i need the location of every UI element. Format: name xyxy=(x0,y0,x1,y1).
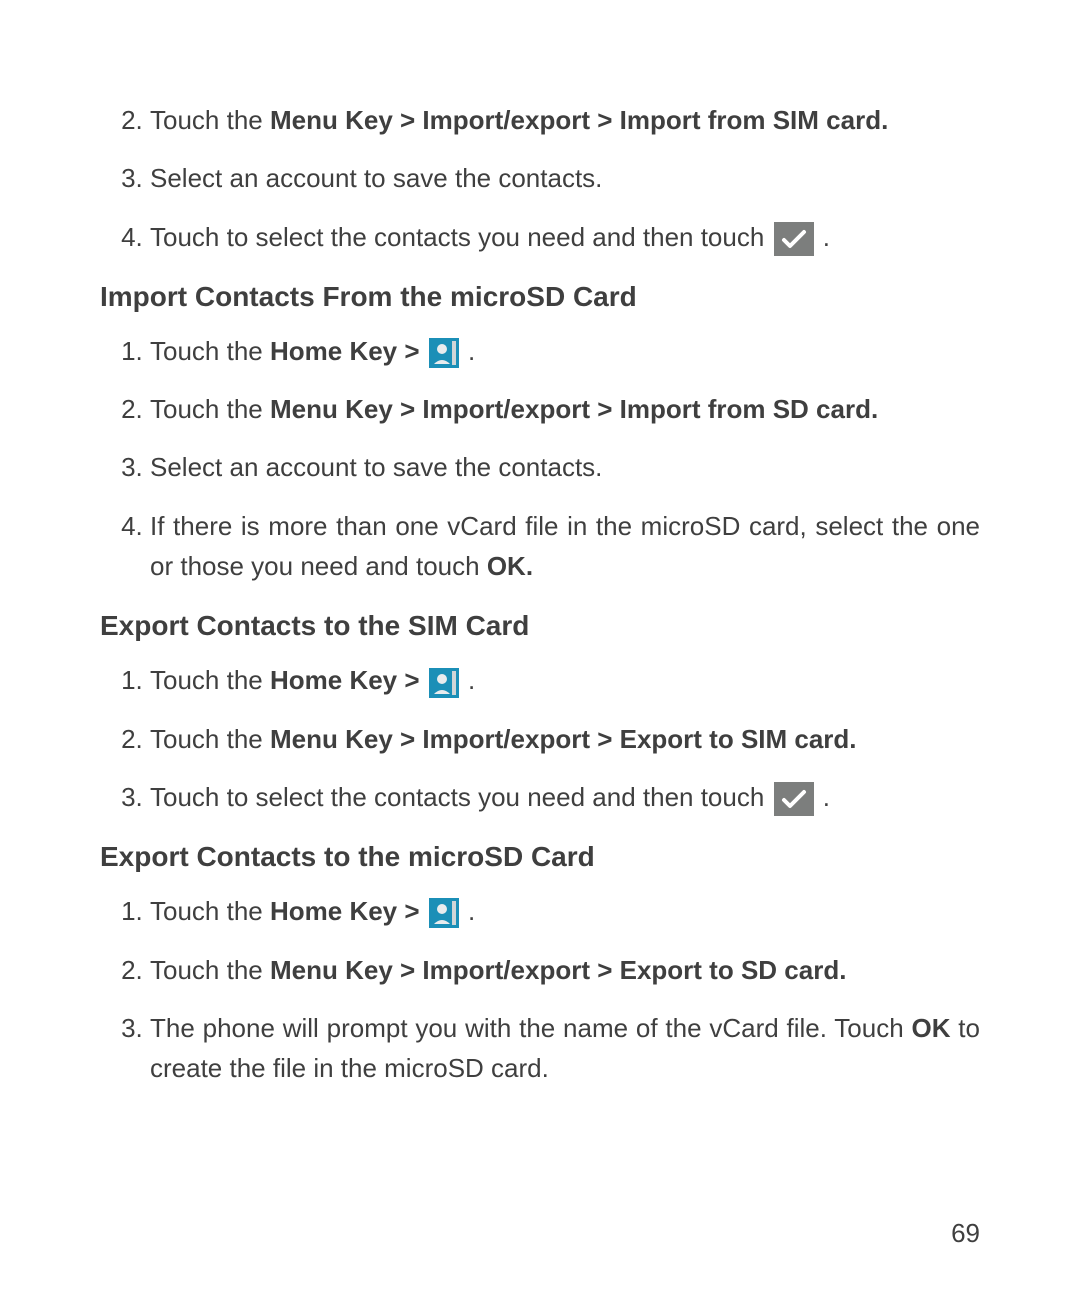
step-text: . xyxy=(468,896,475,926)
step-text-bold: Menu Key > Import/export > Export to SD … xyxy=(270,955,846,985)
step-text: Touch the xyxy=(150,665,270,695)
contacts-icon xyxy=(429,898,459,928)
step-text: Touch the xyxy=(150,394,270,424)
step-list-section3: Touch the Home Key > . Touch the Menu Ke… xyxy=(100,891,980,1088)
list-item: Select an account to save the contacts. xyxy=(150,158,980,198)
step-text: . xyxy=(468,665,475,695)
step-text: Touch the xyxy=(150,724,270,754)
check-icon xyxy=(774,782,814,816)
section-heading: Export Contacts to the microSD Card xyxy=(100,841,980,873)
step-text: Select an account to save the contacts. xyxy=(150,163,602,193)
step-text: . xyxy=(823,222,830,252)
list-item: Touch the Menu Key > Import/export > Imp… xyxy=(150,389,980,429)
step-text-bold: Menu Key > Import/export > Import from S… xyxy=(270,105,888,135)
list-item: Touch the Menu Key > Import/export > Exp… xyxy=(150,719,980,759)
step-text-bold: Menu Key > Import/export > Export to SIM… xyxy=(270,724,857,754)
step-text: Touch to select the contacts you need an… xyxy=(150,782,772,812)
step-text-bold: Home Key > xyxy=(270,665,427,695)
step-text-bold: OK. xyxy=(487,551,533,581)
step-text: Touch the xyxy=(150,896,270,926)
step-text-bold: Menu Key > Import/export > Import from S… xyxy=(270,394,878,424)
step-list-top: Touch the Menu Key > Import/export > Imp… xyxy=(100,100,980,257)
step-text: Select an account to save the contacts. xyxy=(150,452,602,482)
list-item: Touch the Home Key > . xyxy=(150,331,980,371)
step-text-bold: Home Key > xyxy=(270,896,427,926)
document-page: Touch the Menu Key > Import/export > Imp… xyxy=(0,0,1080,1304)
check-icon xyxy=(774,222,814,256)
list-item: Touch the Menu Key > Import/export > Imp… xyxy=(150,100,980,140)
list-item: Touch to select the contacts you need an… xyxy=(150,217,980,257)
step-text: Touch the xyxy=(150,105,270,135)
list-item: Touch the Home Key > . xyxy=(150,660,980,700)
section-heading: Export Contacts to the SIM Card xyxy=(100,610,980,642)
step-text-bold: Home Key > xyxy=(270,336,427,366)
step-text: Touch the xyxy=(150,955,270,985)
step-text: If there is more than one vCard file in … xyxy=(150,511,980,581)
contacts-icon xyxy=(429,668,459,698)
step-text: Touch to select the contacts you need an… xyxy=(150,222,772,252)
step-list-section1: Touch the Home Key > . Touch the Menu Ke… xyxy=(100,331,980,586)
contacts-icon xyxy=(429,338,459,368)
list-item: Touch to select the contacts you need an… xyxy=(150,777,980,817)
step-text: Touch the xyxy=(150,336,270,366)
step-text: . xyxy=(823,782,830,812)
list-item: If there is more than one vCard file in … xyxy=(150,506,980,587)
list-item: Select an account to save the contacts. xyxy=(150,447,980,487)
list-item: Touch the Menu Key > Import/export > Exp… xyxy=(150,950,980,990)
step-text-bold: OK xyxy=(911,1013,950,1043)
list-item: The phone will prompt you with the name … xyxy=(150,1008,980,1089)
step-text: . xyxy=(468,336,475,366)
page-number: 69 xyxy=(951,1218,980,1249)
step-list-section2: Touch the Home Key > . Touch the Menu Ke… xyxy=(100,660,980,817)
list-item: Touch the Home Key > . xyxy=(150,891,980,931)
step-text: The phone will prompt you with the name … xyxy=(150,1013,911,1043)
section-heading: Import Contacts From the microSD Card xyxy=(100,281,980,313)
